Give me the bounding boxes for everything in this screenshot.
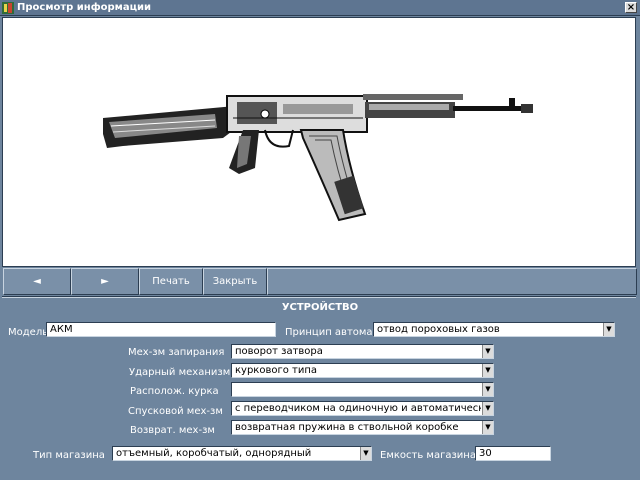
model-label: Модель xyxy=(8,327,49,338)
hammer-label: Располож. курка xyxy=(130,386,219,397)
rifle-image xyxy=(103,94,533,222)
toolbar-spacer xyxy=(267,268,637,295)
hammer-select[interactable]: ▼ xyxy=(231,382,494,397)
weapon-image-viewer xyxy=(2,17,636,267)
return-select[interactable]: возвратная пружина в ствольной коробке ▼ xyxy=(231,420,494,435)
next-button[interactable]: ► xyxy=(71,268,139,295)
locking-select[interactable]: поворот затвора ▼ xyxy=(231,344,494,359)
arrow-right-icon: ► xyxy=(101,276,109,287)
locking-label: Мех-зм запирания xyxy=(128,347,225,358)
title-bar: Просмотр информации × xyxy=(0,0,640,16)
window-close-button[interactable]: × xyxy=(625,2,637,13)
return-label: Возврат. мех-зм xyxy=(130,425,215,436)
trigger-select[interactable]: с переводчиком на одиночную и автоматиче… xyxy=(231,401,494,416)
chevron-down-icon[interactable]: ▼ xyxy=(603,323,614,336)
section-title: УСТРОЙСТВО xyxy=(281,302,359,313)
magazine-type-value: отъемный, коробчатый, однорядный xyxy=(116,448,312,459)
print-button[interactable]: Печать xyxy=(139,268,203,295)
trigger-label: Спусковой мех-зм xyxy=(128,406,223,417)
separator xyxy=(2,296,636,298)
close-icon: × xyxy=(626,2,636,13)
navigation-toolbar: ◄ ► Печать Закрыть xyxy=(3,268,637,295)
app-icon xyxy=(2,2,14,14)
magazine-capacity-field[interactable]: 30 xyxy=(475,446,551,461)
magazine-type-select[interactable]: отъемный, коробчатый, однорядный ▼ xyxy=(112,446,372,461)
automation-select[interactable]: отвод пороховых газов ▼ xyxy=(373,322,615,337)
arrow-left-icon: ◄ xyxy=(33,276,41,287)
close-button[interactable]: Закрыть xyxy=(203,268,267,295)
magazine-type-label: Тип магазина xyxy=(33,450,105,461)
locking-value: поворот затвора xyxy=(235,346,323,357)
chevron-down-icon[interactable]: ▼ xyxy=(482,421,493,434)
chevron-down-icon[interactable]: ▼ xyxy=(482,402,493,415)
magazine-capacity-label: Емкость магазина xyxy=(380,450,476,461)
return-value: возвратная пружина в ствольной коробке xyxy=(235,422,459,433)
chevron-down-icon[interactable]: ▼ xyxy=(482,364,493,377)
firing-value: куркового типа xyxy=(235,365,318,376)
firing-select[interactable]: куркового типа ▼ xyxy=(231,363,494,378)
automation-label: Принцип автомат. xyxy=(285,327,382,338)
automation-value: отвод пороховых газов xyxy=(377,324,500,335)
chevron-down-icon[interactable]: ▼ xyxy=(482,345,493,358)
trigger-value: с переводчиком на одиночную и автоматиче… xyxy=(235,403,481,414)
previous-button[interactable]: ◄ xyxy=(3,268,71,295)
chevron-down-icon[interactable]: ▼ xyxy=(482,383,493,396)
firing-label: Ударный механизм xyxy=(129,367,231,378)
chevron-down-icon[interactable]: ▼ xyxy=(360,447,371,460)
window-title: Просмотр информации xyxy=(17,2,152,13)
model-field[interactable]: АКМ xyxy=(46,322,276,337)
